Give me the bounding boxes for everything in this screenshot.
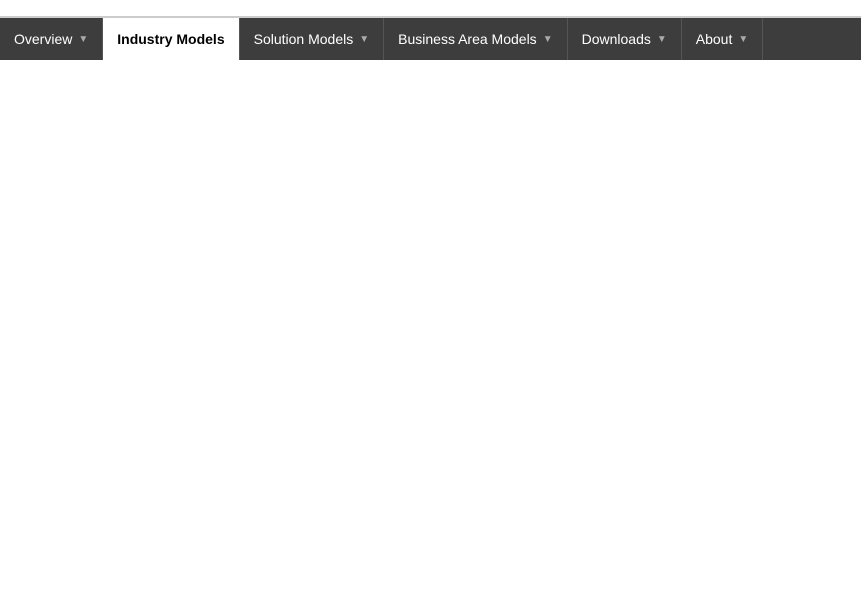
- main-content: [0, 60, 861, 80]
- nav-item-overview[interactable]: Overview ▼: [0, 18, 103, 60]
- nav-item-solution-models[interactable]: Solution Models ▼: [240, 18, 385, 60]
- chevron-down-icon: ▼: [543, 34, 553, 45]
- chevron-down-icon: ▼: [359, 34, 369, 45]
- chevron-down-icon: ▼: [657, 34, 667, 45]
- main-nav: Overview ▼Industry ModelsSolution Models…: [0, 18, 861, 60]
- nav-item-industry-models[interactable]: Industry Models: [103, 18, 239, 60]
- nav-item-about[interactable]: About ▼: [682, 18, 764, 60]
- chevron-down-icon: ▼: [738, 34, 748, 45]
- site-header: [0, 0, 861, 18]
- nav-item-business-area-models[interactable]: Business Area Models ▼: [384, 18, 567, 60]
- chevron-down-icon: ▼: [78, 34, 88, 45]
- nav-item-downloads[interactable]: Downloads ▼: [568, 18, 682, 60]
